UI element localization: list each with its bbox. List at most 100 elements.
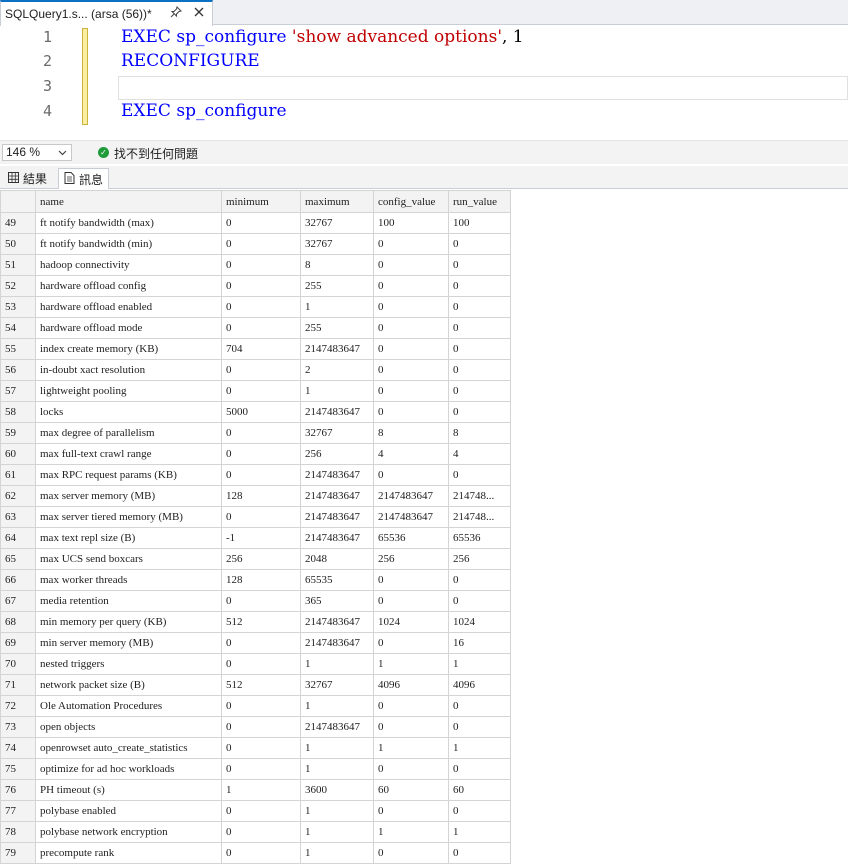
row-number[interactable]: 57 (0, 380, 36, 402)
cell-maximum[interactable]: 8 (300, 254, 374, 276)
table-row[interactable]: 61 max RPC request params (KB) 0 2147483647… (0, 464, 511, 486)
cell-name[interactable]: ft notify bandwidth (min) (35, 233, 222, 255)
table-row[interactable]: 57 lightweight pooling 0 1 0 0 (0, 380, 511, 402)
row-number[interactable]: 51 (0, 254, 36, 276)
table-row[interactable]: 68 min memory per query (KB) 512 2147483647… (0, 611, 511, 633)
cell-config-value[interactable]: 60 (373, 779, 449, 801)
cell-run-value[interactable]: 0 (448, 695, 511, 717)
cell-minimum[interactable]: 0 (221, 737, 301, 759)
cell-run-value[interactable]: 0 (448, 233, 511, 255)
cell-minimum[interactable]: 0 (221, 233, 301, 255)
cell-config-value[interactable]: 0 (373, 632, 449, 654)
cell-maximum[interactable]: 32767 (300, 212, 374, 234)
cell-minimum[interactable]: 128 (221, 569, 301, 591)
cell-maximum[interactable]: 255 (300, 275, 374, 297)
row-number[interactable]: 69 (0, 632, 36, 654)
cell-config-value[interactable]: 100 (373, 212, 449, 234)
row-number[interactable]: 75 (0, 758, 36, 780)
cell-maximum[interactable]: 2147483647 (300, 506, 374, 528)
cell-maximum[interactable]: 2147483647 (300, 485, 374, 507)
cell-run-value[interactable]: 0 (448, 275, 511, 297)
query-editor[interactable]: 1 2 3 4 EXEC sp_configure 'show advanced… (0, 26, 848, 140)
row-number[interactable]: 65 (0, 548, 36, 570)
cell-name[interactable]: max worker threads (35, 569, 222, 591)
cell-minimum[interactable]: 0 (221, 380, 301, 402)
cell-name[interactable]: max UCS send boxcars (35, 548, 222, 570)
cell-minimum[interactable]: 0 (221, 443, 301, 465)
cell-maximum[interactable]: 1 (300, 653, 374, 675)
row-number[interactable]: 66 (0, 569, 36, 591)
cell-name[interactable]: open objects (35, 716, 222, 738)
table-row[interactable]: 59 max degree of parallelism 0 32767 8 8 (0, 422, 511, 444)
cell-minimum[interactable]: 0 (221, 590, 301, 612)
cell-run-value[interactable]: 0 (448, 842, 511, 864)
cell-maximum[interactable]: 256 (300, 443, 374, 465)
cell-minimum[interactable]: 0 (221, 212, 301, 234)
cell-name[interactable]: locks (35, 401, 222, 423)
cell-name[interactable]: index create memory (KB) (35, 338, 222, 360)
row-number[interactable]: 54 (0, 317, 36, 339)
cell-config-value[interactable]: 1 (373, 737, 449, 759)
results-grid-area[interactable]: name minimum maximum config_value run_va… (0, 190, 848, 865)
cell-config-value[interactable]: 0 (373, 569, 449, 591)
cell-minimum[interactable]: 0 (221, 716, 301, 738)
cell-maximum[interactable]: 365 (300, 590, 374, 612)
cell-name[interactable]: polybase network encryption (35, 821, 222, 843)
cell-run-value[interactable]: 1024 (448, 611, 511, 633)
cell-name[interactable]: media retention (35, 590, 222, 612)
table-row[interactable]: 49 ft notify bandwidth (max) 0 32767 100 100 (0, 212, 511, 234)
table-row[interactable]: 74 openrowset auto_create_statistics 0 1 1 1 (0, 737, 511, 759)
cell-maximum[interactable]: 2 (300, 359, 374, 381)
cell-run-value[interactable]: 100 (448, 212, 511, 234)
cell-name[interactable]: max server tiered memory (MB) (35, 506, 222, 528)
row-number[interactable]: 52 (0, 275, 36, 297)
row-number[interactable]: 58 (0, 401, 36, 423)
cell-minimum[interactable]: -1 (221, 527, 301, 549)
row-number[interactable]: 55 (0, 338, 36, 360)
row-number[interactable]: 63 (0, 506, 36, 528)
cell-config-value[interactable]: 0 (373, 275, 449, 297)
row-number[interactable]: 67 (0, 590, 36, 612)
cell-name[interactable]: max full-text crawl range (35, 443, 222, 465)
pin-icon[interactable] (169, 6, 183, 20)
cell-run-value[interactable]: 0 (448, 380, 511, 402)
cell-run-value[interactable]: 0 (448, 317, 511, 339)
cell-run-value[interactable]: 214748... (448, 506, 511, 528)
cell-minimum[interactable]: 0 (221, 821, 301, 843)
row-number[interactable]: 76 (0, 779, 36, 801)
cell-config-value[interactable]: 0 (373, 338, 449, 360)
cell-maximum[interactable]: 2147483647 (300, 632, 374, 654)
cell-config-value[interactable]: 0 (373, 254, 449, 276)
cell-maximum[interactable]: 2147483647 (300, 401, 374, 423)
table-row[interactable]: 58 locks 5000 2147483647 0 0 (0, 401, 511, 423)
cell-maximum[interactable]: 1 (300, 296, 374, 318)
column-header[interactable]: minimum (221, 190, 301, 213)
cell-run-value[interactable]: 4096 (448, 674, 511, 696)
column-header[interactable]: maximum (300, 190, 374, 213)
cell-config-value[interactable]: 0 (373, 317, 449, 339)
row-number[interactable]: 53 (0, 296, 36, 318)
table-row[interactable]: 70 nested triggers 0 1 1 1 (0, 653, 511, 675)
table-row[interactable]: 77 polybase enabled 0 1 0 0 (0, 800, 511, 822)
cell-maximum[interactable]: 2147483647 (300, 338, 374, 360)
cell-name[interactable]: in-doubt xact resolution (35, 359, 222, 381)
row-number[interactable]: 62 (0, 485, 36, 507)
cell-name[interactable]: hardware offload enabled (35, 296, 222, 318)
cell-run-value[interactable]: 214748... (448, 485, 511, 507)
cell-minimum[interactable]: 0 (221, 422, 301, 444)
cell-minimum[interactable]: 256 (221, 548, 301, 570)
cell-name[interactable]: PH timeout (s) (35, 779, 222, 801)
cell-run-value[interactable]: 0 (448, 800, 511, 822)
row-number[interactable]: 68 (0, 611, 36, 633)
cell-maximum[interactable]: 1 (300, 695, 374, 717)
cell-maximum[interactable]: 2048 (300, 548, 374, 570)
cell-run-value[interactable]: 65536 (448, 527, 511, 549)
row-number[interactable]: 56 (0, 359, 36, 381)
code-line-2[interactable]: RECONFIGURE (121, 51, 260, 71)
row-number[interactable]: 60 (0, 443, 36, 465)
cell-run-value[interactable]: 16 (448, 632, 511, 654)
code-line-4[interactable]: EXEC sp_configure (121, 101, 287, 121)
cell-minimum[interactable]: 0 (221, 275, 301, 297)
cell-name[interactable]: polybase enabled (35, 800, 222, 822)
cell-config-value[interactable]: 0 (373, 464, 449, 486)
